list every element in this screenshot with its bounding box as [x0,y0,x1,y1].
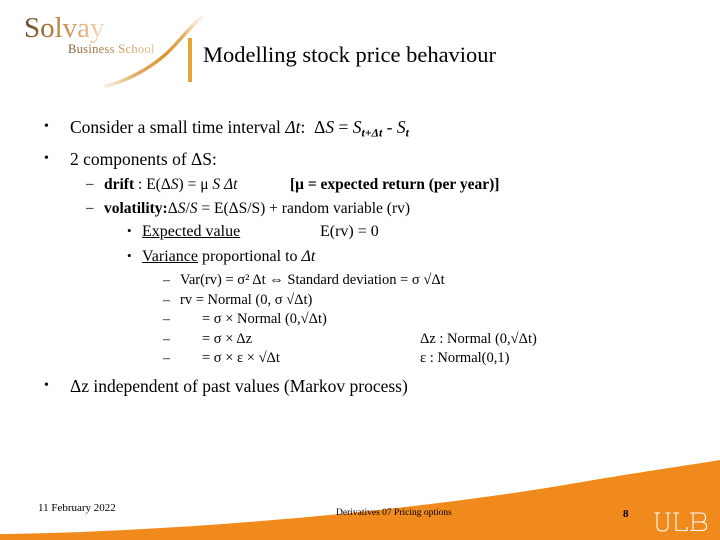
variance-rest: proportional to Δt [197,248,316,266]
bullet-variance-formula: – Var(rv) = σ² Δt ⇔ Standard deviation =… [32,271,682,291]
ulb-logo-icon [654,512,708,532]
logo-brand-text: Solvay [24,12,105,44]
bullet-text: volatility:ΔS/S = E(ΔS/S) + random varia… [104,199,411,217]
expected-value-label: Expected value [142,223,241,241]
bullet-text: = σ × ε × √Δt [202,350,280,367]
bullet-volatility: – volatility:ΔS/S = E(ΔS/S) + random var… [32,198,682,219]
bullet-expected-value: • Expected value E(rv) = 0 [32,221,682,243]
bullet-consider-interval: • Consider a small time interval Δt: ΔS … [32,116,682,143]
bullet-two-components: • 2 components of ΔS: [32,148,682,170]
deltaz-annotation: Δz : Normal (0,√Δt) [420,330,537,347]
bullet-marker: – [86,176,94,193]
bullet-marker: • [127,248,132,264]
drift-annotation: [μ = expected return (per year)] [290,176,500,194]
bullet-text: drift : E(ΔS) = μ S Δt [104,176,238,194]
bullet-sigma-deltaz: – = σ × Δz Δz : Normal (0,√Δt) [32,330,682,350]
bullet-marker: • [127,223,132,239]
bullet-text: Δz independent of past values (Markov pr… [70,375,408,396]
title-accent-bar [188,38,192,82]
slide-canvas: Solvay Business School Modelling stock p… [0,0,720,540]
bullet-marker: – [163,292,170,308]
bullet-text: = σ × Normal (0,√Δt) [202,311,327,328]
bullet-marker: • [44,119,49,134]
bullet-marker: – [163,312,170,328]
footer-subject: Derivatives 07 Pricing options [336,508,452,518]
page-title: Modelling stock price behaviour [203,42,497,67]
bullet-drift: – drift : E(ΔS) = μ S Δt [μ = expected r… [32,174,682,195]
bullet-text: Var(rv) = σ² Δt ⇔ Standard deviation = σ… [180,272,445,289]
bullet-rv-normal: – rv = Normal (0, σ √Δt) [32,291,682,311]
variance-label: Variance [142,248,198,266]
bullet-text: rv = Normal (0, σ √Δt) [180,291,313,308]
bullet-sigma-epsilon: – = σ × ε × √Δt ε : Normal(0,1) [32,349,682,369]
bullet-marker: – [163,331,170,347]
footer-swoosh-decoration [0,460,720,540]
footer-date: 11 February 2022 [38,502,116,514]
expected-value-annotation: E(rv) = 0 [320,223,379,241]
epsilon-annotation: ε : Normal(0,1) [420,350,510,367]
footer-page-number: 8 [623,508,629,520]
bullet-marker: – [163,273,170,289]
slide-body: • Consider a small time interval Δt: ΔS … [32,116,682,401]
bullet-text: Consider a small time interval Δt: ΔS = … [70,117,409,140]
bullet-marker: – [86,199,94,216]
bullet-markov: • Δz independent of past values (Markov … [32,375,682,397]
bullet-variance: • Variance proportional to Δt [32,246,682,268]
bullet-text: = σ × Δz [202,330,253,347]
bullet-sigma-normal: – = σ × Normal (0,√Δt) [32,310,682,330]
bullet-marker: – [163,351,170,367]
bullet-marker: • [44,377,49,393]
solvay-business-school-logo: Solvay Business School [22,12,204,88]
bullet-text: 2 components of ΔS: [70,148,217,169]
bullet-marker: • [44,150,49,166]
